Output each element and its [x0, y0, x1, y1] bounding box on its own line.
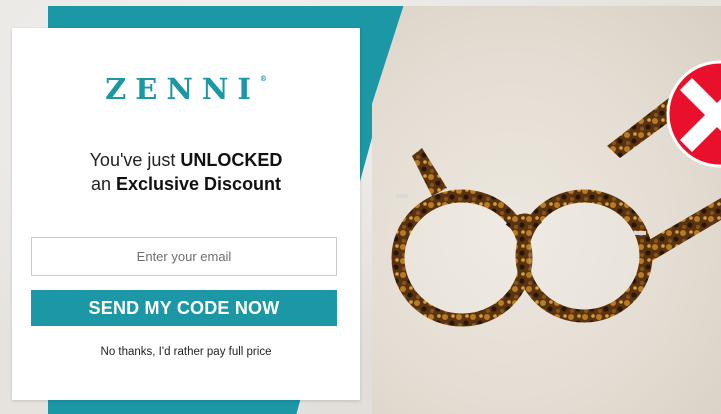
popup-headline: You've just UNLOCKED an Exclusive Discou…: [89, 150, 283, 194]
send-code-button[interactable]: SEND MY CODE NOW: [31, 290, 337, 326]
close-icon[interactable]: [666, 60, 721, 168]
signup-popup-card: ZENNI® You've just UNLOCKED an Exclusive…: [12, 28, 360, 400]
zenni-logo: ZENNI®: [105, 72, 267, 106]
decline-link[interactable]: No thanks, I'd rather pay full price: [12, 346, 360, 358]
email-input[interactable]: [31, 237, 337, 276]
